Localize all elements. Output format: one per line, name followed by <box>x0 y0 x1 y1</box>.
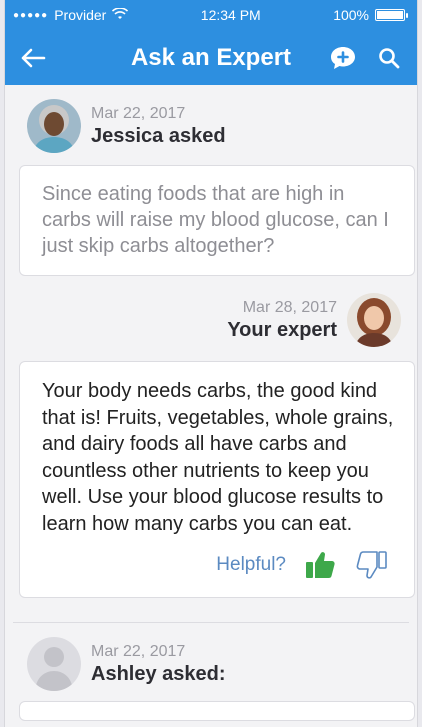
battery-label: 100% <box>333 7 369 23</box>
search-button[interactable] <box>375 44 403 72</box>
question-card: Since eating foods that are high in carb… <box>19 165 415 276</box>
phone-screen: ●●●●● Provider 12:34 PM 100% Ask an Expe… <box>4 0 418 727</box>
feedback-row: Helpful? <box>42 547 394 583</box>
back-button[interactable] <box>19 44 47 72</box>
thumbs-up-button[interactable] <box>302 547 338 583</box>
answer-header: Mar 28, 2017 Your expert <box>13 276 409 361</box>
new-question-button[interactable] <box>329 44 357 72</box>
nav-actions <box>329 44 403 72</box>
battery-icon <box>375 9 408 21</box>
expert-avatar <box>347 293 401 347</box>
default-avatar-icon <box>27 637 81 691</box>
back-arrow-icon <box>21 48 46 67</box>
thumbs-up-icon <box>306 552 335 578</box>
avatar <box>27 99 81 153</box>
user-avatar-icon <box>27 99 81 153</box>
conversation: Mar 22, 2017 Jessica asked Since eating … <box>5 85 417 721</box>
status-left: ●●●●● Provider <box>13 7 129 23</box>
time-label: 12:34 PM <box>200 7 261 23</box>
question-date: Mar 22, 2017 <box>91 104 186 122</box>
thumbs-down-button[interactable] <box>354 547 390 583</box>
question-header: Mar 22, 2017 Jessica asked <box>13 85 409 165</box>
wifi-icon <box>112 7 129 23</box>
question-text: Since eating foods that are high in carb… <box>42 183 389 257</box>
battery-indicator: 100% <box>333 7 408 23</box>
next-question-date: Mar 22, 2017 <box>91 642 186 660</box>
question-meta: Mar 22, 2017 Jessica asked <box>91 105 226 148</box>
next-question-header: Mar 22, 2017 Ashley asked: <box>13 623 409 701</box>
helpful-label: Helpful? <box>216 553 286 575</box>
answer-meta: Mar 28, 2017 Your expert <box>227 299 337 342</box>
next-question-meta: Mar 22, 2017 Ashley asked: <box>91 643 226 686</box>
answer-author: Your expert <box>227 318 337 341</box>
chat-plus-icon <box>331 46 355 69</box>
nav-bar: Ask an Expert <box>5 30 417 85</box>
carrier-label: Provider <box>54 7 107 23</box>
question-author: Jessica asked <box>91 124 226 147</box>
search-icon <box>379 47 400 68</box>
status-bar: ●●●●● Provider 12:34 PM 100% <box>5 0 417 30</box>
answer-date: Mar 28, 2017 <box>242 298 337 316</box>
next-question-card <box>19 701 415 721</box>
answer-text: Your body needs carbs, the good kind tha… <box>42 380 394 535</box>
placeholder-avatar <box>27 637 81 691</box>
expert-avatar-icon <box>347 293 401 347</box>
signal-icon: ●●●●● <box>13 9 49 21</box>
next-question-author: Ashley asked: <box>91 662 226 685</box>
thumbs-down-icon <box>356 551 387 579</box>
answer-card: Your body needs carbs, the good kind tha… <box>19 361 415 598</box>
